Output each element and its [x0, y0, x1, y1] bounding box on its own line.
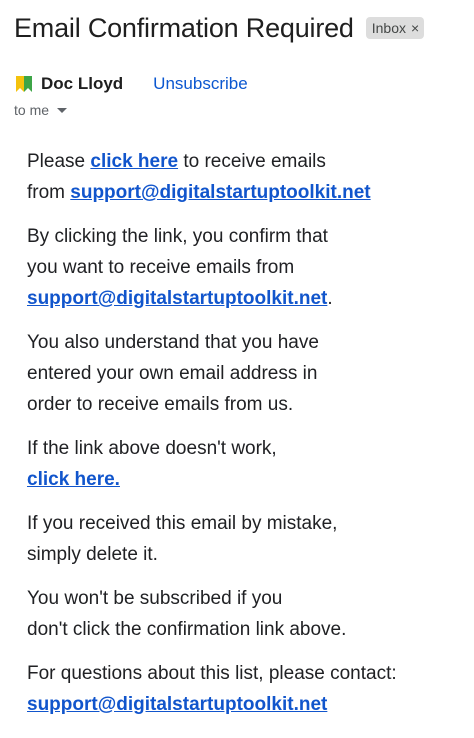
unsubscribe-link[interactable]: Unsubscribe	[153, 70, 248, 98]
email-body: Please click here to receive emails from…	[27, 146, 457, 733]
body-text: to receive emails	[178, 151, 326, 172]
recipient-details-toggle[interactable]: to me	[14, 100, 68, 120]
body-text: If you received this email by mistake,	[27, 513, 338, 534]
body-text: You won't be subscribed if you	[27, 588, 283, 609]
body-text: you want to receive emails from	[27, 257, 295, 278]
body-paragraph: You won't be subscribed if you don't cli…	[27, 583, 457, 645]
body-paragraph: By clicking the link, you confirm that y…	[27, 221, 457, 314]
body-text: order to receive emails from us.	[27, 394, 294, 415]
support-email-link[interactable]: support@digitalstartuptoolkit.net	[27, 694, 327, 715]
sender-name[interactable]: Doc Lloyd	[41, 70, 123, 98]
body-paragraph: For questions about this list, please co…	[27, 658, 457, 720]
email-header: Email Confirmation Required Inbox ×	[14, 8, 466, 48]
support-email-link[interactable]: support@digitalstartuptoolkit.net	[70, 182, 370, 203]
click-here-link[interactable]: click here	[90, 151, 178, 172]
support-email-link[interactable]: support@digitalstartuptoolkit.net	[27, 288, 327, 309]
body-text: simply delete it.	[27, 544, 158, 565]
body-text: If the link above doesn't work,	[27, 438, 277, 459]
body-paragraph: You also understand that you have entere…	[27, 327, 457, 420]
sender-row: Doc Lloyd Unsubscribe	[14, 70, 248, 98]
inbox-label-chip[interactable]: Inbox ×	[365, 17, 425, 39]
remove-label-icon[interactable]: ×	[411, 17, 419, 39]
click-here-link[interactable]: click here.	[27, 469, 120, 490]
body-text: entered your own email address in	[27, 363, 318, 384]
recipient-text: to me	[14, 102, 50, 118]
body-text: Please	[27, 151, 91, 172]
body-text: don't click the confirmation link above.	[27, 619, 347, 640]
body-text: By clicking the link, you confirm that	[27, 226, 328, 247]
body-paragraph: If the link above doesn't work, click he…	[27, 433, 457, 495]
body-text: For questions about this list, please co…	[27, 663, 397, 684]
body-paragraph: If you received this email by mistake, s…	[27, 508, 457, 570]
yellow-green-badge-icon	[16, 76, 32, 92]
body-paragraph: Please click here to receive emails from…	[27, 146, 457, 208]
email-subject: Email Confirmation Required	[14, 13, 354, 43]
body-text: .	[327, 288, 333, 309]
chevron-down-icon	[57, 107, 68, 113]
body-text: You also understand that you have	[27, 332, 319, 353]
body-text: from	[27, 182, 71, 203]
inbox-label-text: Inbox	[371, 20, 406, 36]
